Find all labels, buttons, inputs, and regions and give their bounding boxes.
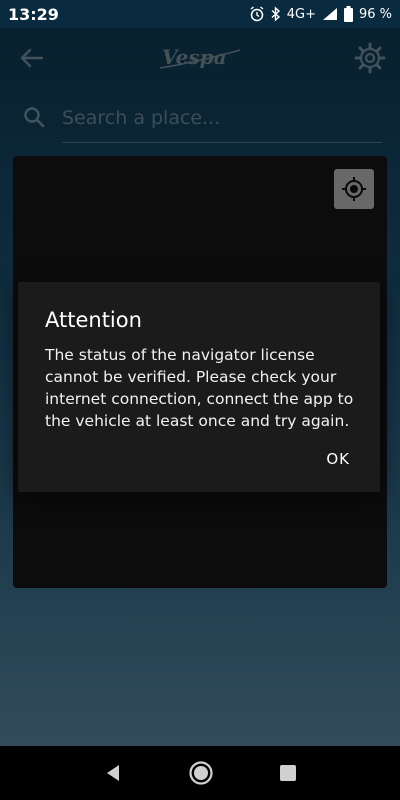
system-nav-bar xyxy=(0,746,400,800)
attention-dialog: Attention The status of the navigator li… xyxy=(18,282,380,492)
status-time: 13:29 xyxy=(8,4,59,24)
alarm-icon xyxy=(250,6,264,22)
home-circle-icon[interactable] xyxy=(188,760,214,786)
app-screen: 13:29 4G+ 96 % Vespa Search a place... A… xyxy=(0,0,400,800)
battery-level: 96 % xyxy=(358,6,392,22)
status-bar: 13:29 4G+ 96 % xyxy=(0,0,400,28)
back-triangle-icon[interactable] xyxy=(103,763,123,783)
battery-icon xyxy=(343,6,353,22)
ok-button[interactable]: OK xyxy=(326,450,350,468)
network-type: 4G+ xyxy=(286,6,316,22)
status-icons: 4G+ 96 % xyxy=(249,6,392,22)
signal-icon xyxy=(322,8,337,20)
recents-square-icon[interactable] xyxy=(279,764,297,782)
dialog-message: The status of the navigator license cann… xyxy=(45,346,354,430)
dialog-title: Attention xyxy=(45,308,142,332)
bluetooth-icon xyxy=(271,6,280,22)
